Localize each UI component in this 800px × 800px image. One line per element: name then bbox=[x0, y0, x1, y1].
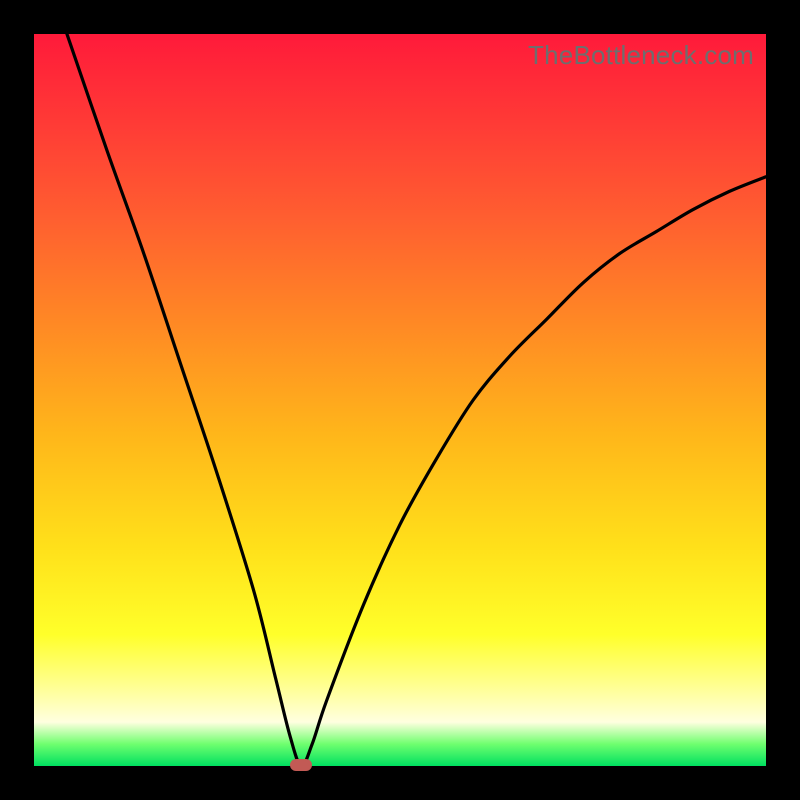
watermark-text: TheBottleneck.com bbox=[528, 40, 754, 71]
plot-area: TheBottleneck.com bbox=[34, 34, 766, 766]
bottleneck-marker bbox=[290, 759, 312, 771]
chart-frame: TheBottleneck.com bbox=[0, 0, 800, 800]
bottleneck-curve-path bbox=[67, 34, 766, 766]
curve-svg bbox=[34, 34, 766, 766]
